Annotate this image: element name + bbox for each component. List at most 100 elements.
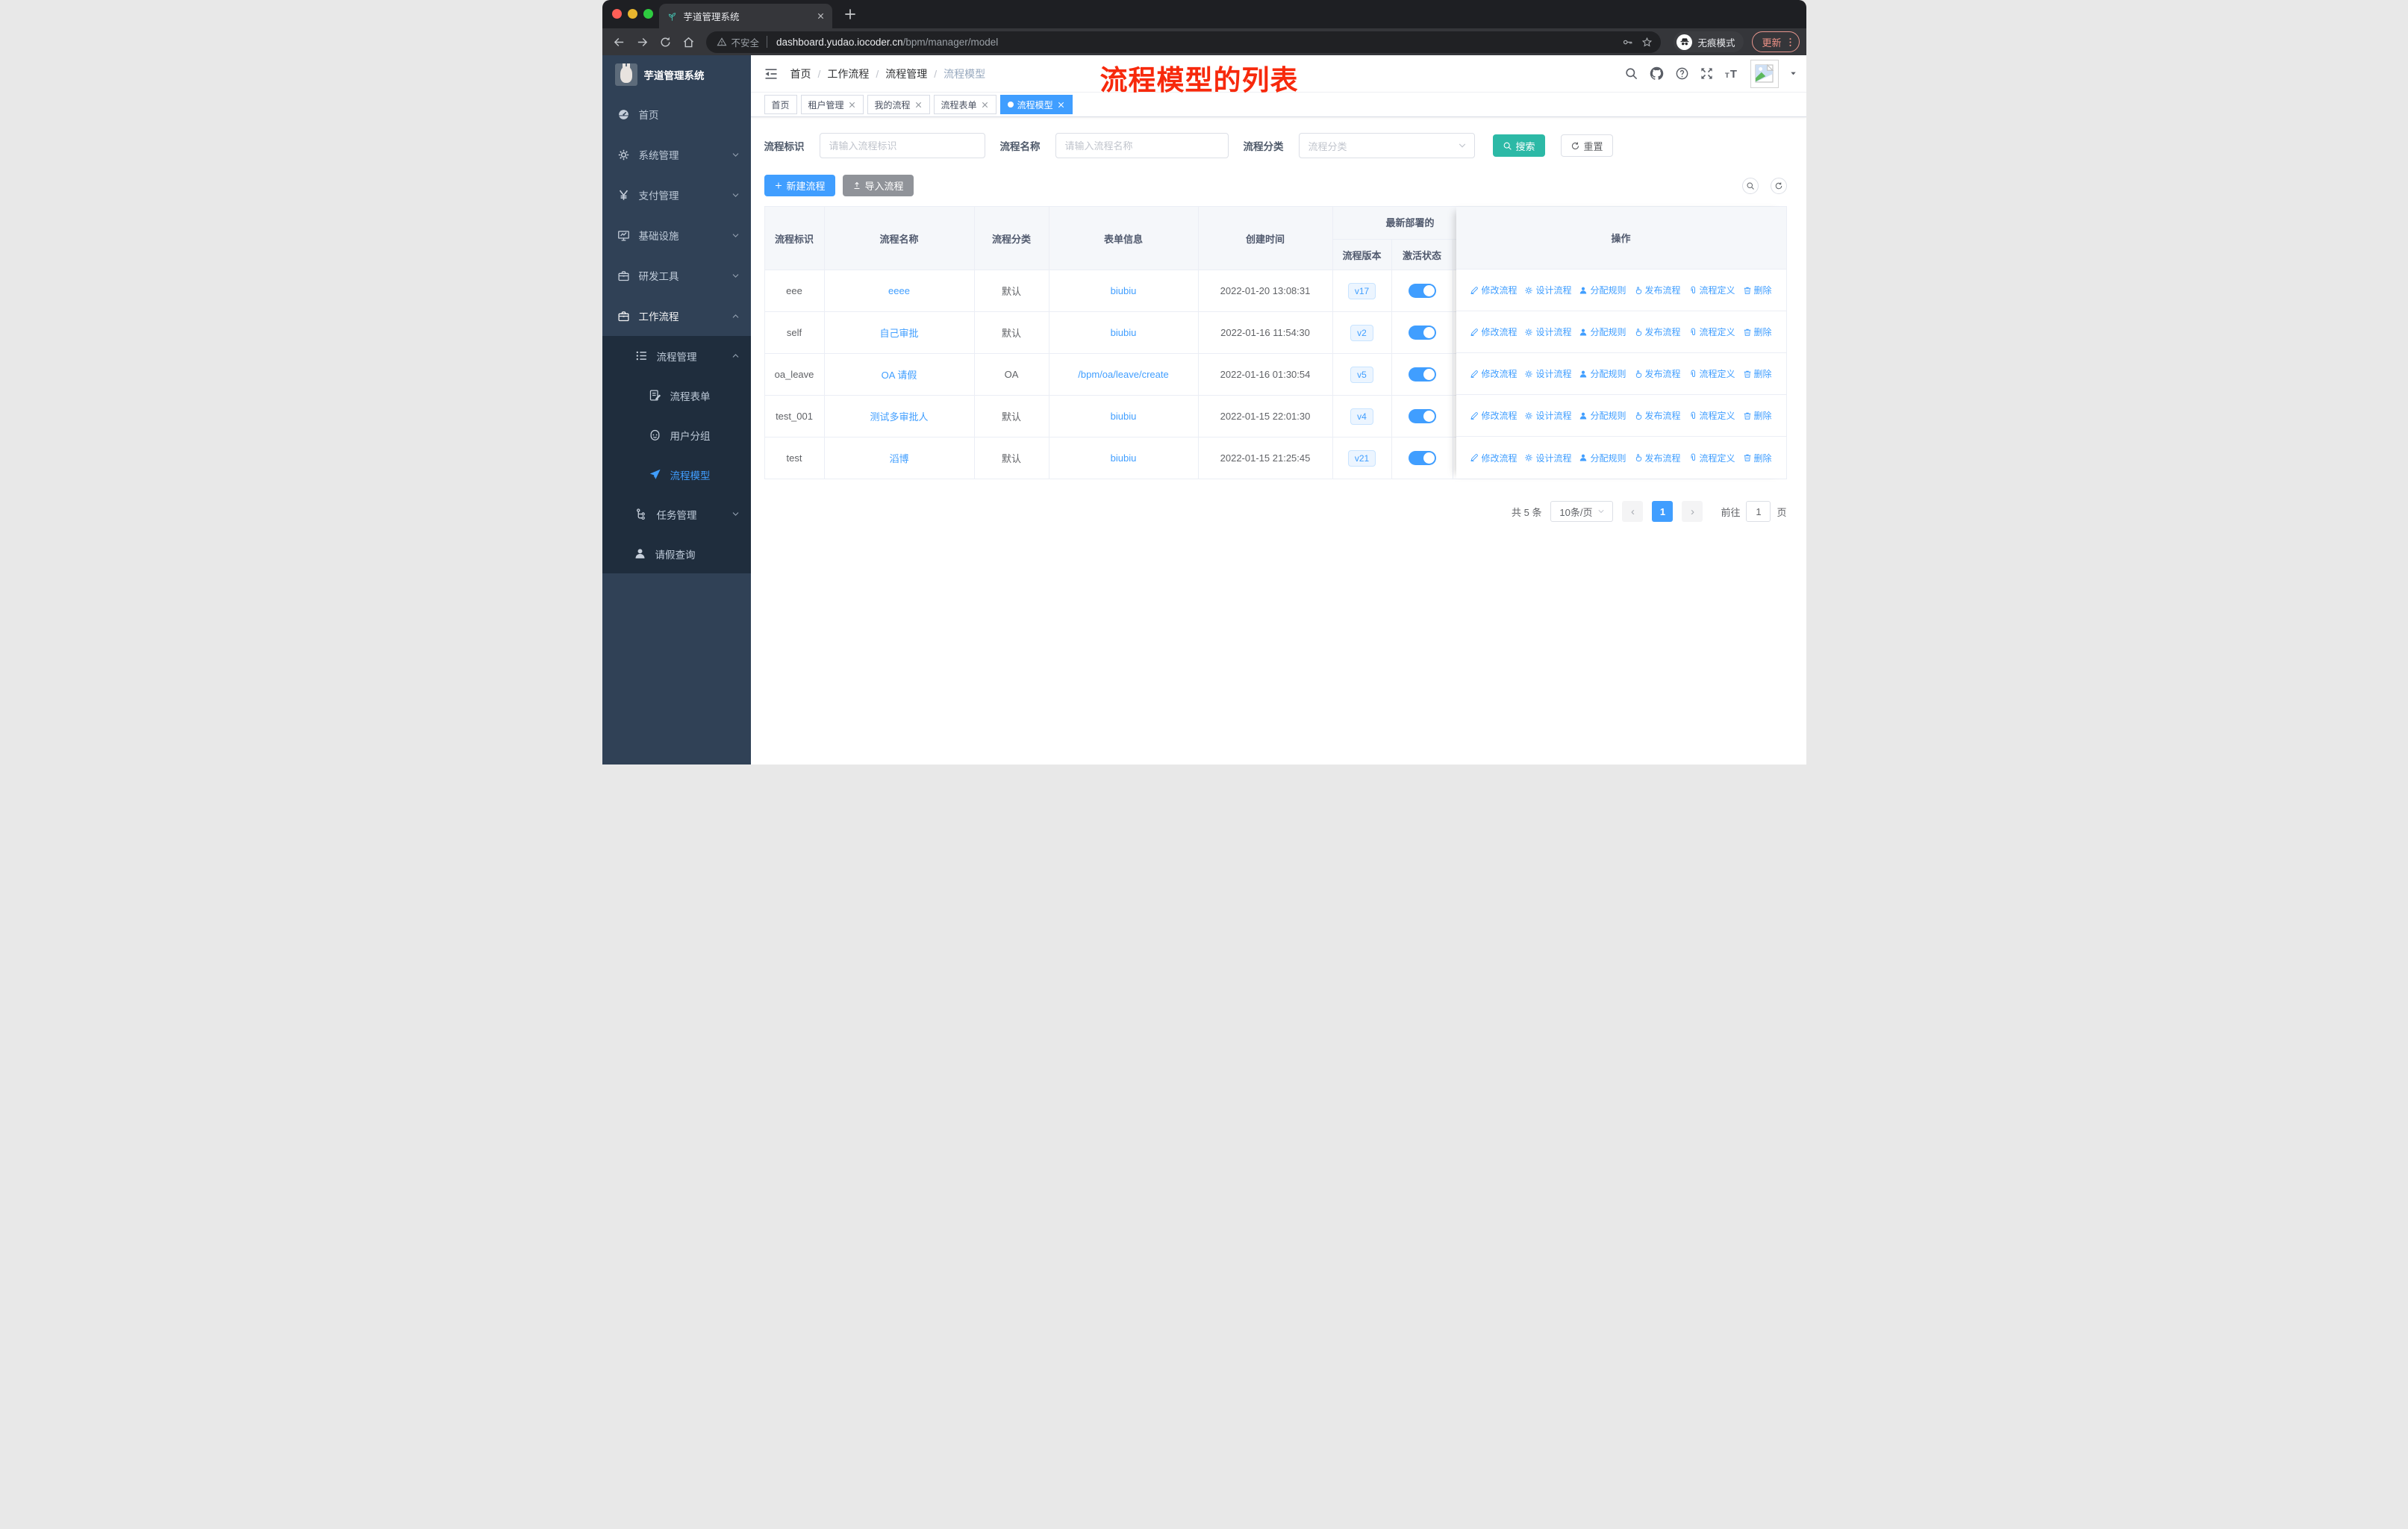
reset-button[interactable]: 重置 (1560, 134, 1613, 157)
sidebar-item-11[interactable]: 请假查询 (602, 534, 751, 573)
avatar[interactable] (1750, 59, 1779, 88)
action-link-3[interactable]: 发布流程 (1634, 452, 1681, 464)
back-button[interactable] (609, 31, 630, 52)
create-process-button[interactable]: 新建流程 (764, 175, 835, 196)
browser-tab[interactable]: 芋道管理系统 (658, 4, 832, 28)
action-link-3[interactable]: 发布流程 (1634, 409, 1681, 422)
refresh-table-button[interactable] (1770, 177, 1787, 194)
close-window-button[interactable] (611, 9, 622, 19)
sidebar-item-0[interactable]: 首页 (602, 94, 751, 134)
process-category-select[interactable]: 流程分类 (1298, 133, 1475, 158)
close-icon[interactable] (1057, 101, 1065, 109)
action-link-4[interactable]: 流程定义 (1688, 326, 1735, 338)
action-link-5[interactable]: 删除 (1743, 284, 1772, 296)
action-link-3[interactable]: 发布流程 (1634, 284, 1681, 296)
update-browser-button[interactable]: 更新 (1752, 31, 1800, 52)
action-link-4[interactable]: 流程定义 (1688, 284, 1735, 296)
action-link-2[interactable]: 分配规则 (1579, 409, 1626, 422)
active-toggle[interactable] (1408, 367, 1436, 382)
form-info-link[interactable]: biubiu (1111, 285, 1137, 296)
bookmark-button[interactable] (1637, 32, 1656, 52)
action-link-1[interactable]: 设计流程 (1524, 409, 1571, 422)
sidebar-item-7[interactable]: 流程表单 (602, 376, 751, 415)
prev-page-button[interactable]: ‹ (1622, 501, 1644, 522)
action-link-4[interactable]: 流程定义 (1688, 452, 1735, 464)
action-link-3[interactable]: 发布流程 (1634, 367, 1681, 380)
tag-1[interactable]: 租户管理 (800, 95, 864, 114)
sidebar-item-1[interactable]: 系统管理 (602, 134, 751, 175)
minimize-window-button[interactable] (627, 9, 637, 19)
close-icon[interactable] (981, 101, 989, 109)
process-name-link[interactable]: OA 请假 (882, 367, 917, 382)
form-info-link[interactable]: biubiu (1111, 452, 1137, 464)
action-link-2[interactable]: 分配规则 (1579, 452, 1626, 464)
action-link-1[interactable]: 设计流程 (1524, 326, 1571, 338)
action-link-4[interactable]: 流程定义 (1688, 409, 1735, 422)
active-toggle[interactable] (1408, 284, 1436, 298)
search-icon[interactable] (1624, 66, 1638, 81)
action-link-3[interactable]: 发布流程 (1634, 326, 1681, 338)
action-link-1[interactable]: 设计流程 (1524, 284, 1571, 296)
breadcrumb-workflow[interactable]: 工作流程 (827, 66, 869, 81)
active-toggle[interactable] (1408, 409, 1436, 423)
process-id-input[interactable] (819, 133, 985, 158)
new-tab-button[interactable] (843, 7, 858, 22)
tag-4[interactable]: 流程模型 (999, 95, 1073, 114)
action-link-5[interactable]: 删除 (1743, 367, 1772, 380)
active-toggle[interactable] (1408, 326, 1436, 340)
action-link-1[interactable]: 设计流程 (1524, 367, 1571, 380)
action-link-5[interactable]: 删除 (1743, 326, 1772, 338)
browser-menu-icon[interactable] (1785, 37, 1796, 48)
action-link-0[interactable]: 修改流程 (1470, 452, 1517, 464)
user-menu-caret-icon[interactable] (1789, 69, 1797, 78)
form-info-link[interactable]: biubiu (1111, 411, 1137, 422)
action-link-0[interactable]: 修改流程 (1470, 326, 1517, 338)
fullscreen-icon[interactable] (1700, 66, 1714, 81)
process-name-input[interactable] (1055, 133, 1229, 158)
sidebar-item-5[interactable]: 工作流程 (602, 296, 751, 336)
help-icon[interactable] (1675, 66, 1689, 81)
page-size-select[interactable]: 10条/页 (1550, 501, 1614, 522)
action-link-5[interactable]: 删除 (1743, 409, 1772, 422)
tag-0[interactable]: 首页 (764, 95, 797, 114)
sidebar-item-8[interactable]: 用户分组 (602, 415, 751, 455)
passwords-button[interactable] (1618, 32, 1637, 52)
action-link-0[interactable]: 修改流程 (1470, 367, 1517, 380)
current-page-button[interactable]: 1 (1652, 501, 1674, 522)
font-size-icon[interactable] (1724, 66, 1740, 81)
action-link-2[interactable]: 分配规则 (1579, 367, 1626, 380)
insecure-label[interactable]: 不安全 (732, 35, 760, 49)
action-link-4[interactable]: 流程定义 (1688, 367, 1735, 380)
sidebar-item-4[interactable]: 研发工具 (602, 255, 751, 296)
sidebar-item-2[interactable]: 支付管理 (602, 175, 751, 215)
active-toggle[interactable] (1408, 451, 1436, 465)
sidebar-item-10[interactable]: 任务管理 (602, 494, 751, 534)
tag-2[interactable]: 我的流程 (867, 95, 930, 114)
goto-page-input[interactable] (1746, 501, 1771, 522)
process-name-link[interactable]: 滔博 (889, 451, 908, 465)
action-link-2[interactable]: 分配规则 (1579, 326, 1626, 338)
github-icon[interactable] (1649, 66, 1665, 81)
action-link-0[interactable]: 修改流程 (1470, 284, 1517, 296)
breadcrumb-process-mgmt[interactable]: 流程管理 (885, 66, 927, 81)
forward-button[interactable] (632, 31, 653, 52)
maximize-window-button[interactable] (643, 9, 653, 19)
toggle-search-button[interactable] (1741, 177, 1759, 194)
process-name-link[interactable]: 测试多审批人 (870, 409, 928, 423)
process-name-link[interactable]: eeee (888, 285, 910, 296)
home-button[interactable] (679, 31, 699, 52)
tag-3[interactable]: 流程表单 (933, 95, 996, 114)
form-info-link[interactable]: biubiu (1111, 327, 1137, 338)
next-page-button[interactable]: › (1682, 501, 1703, 522)
search-button[interactable]: 搜索 (1492, 134, 1545, 157)
breadcrumb-home[interactable]: 首页 (790, 66, 811, 81)
app-logo[interactable]: 芋道管理系统 (602, 55, 751, 94)
close-icon[interactable] (848, 101, 856, 109)
sidebar-item-6[interactable]: 流程管理 (602, 336, 751, 376)
action-link-5[interactable]: 删除 (1743, 452, 1772, 464)
close-icon[interactable] (914, 101, 923, 109)
sidebar-collapse-icon[interactable] (764, 66, 779, 81)
reload-button[interactable] (655, 31, 676, 52)
import-process-button[interactable]: 导入流程 (842, 175, 914, 196)
process-name-link[interactable]: 自己审批 (879, 326, 918, 340)
